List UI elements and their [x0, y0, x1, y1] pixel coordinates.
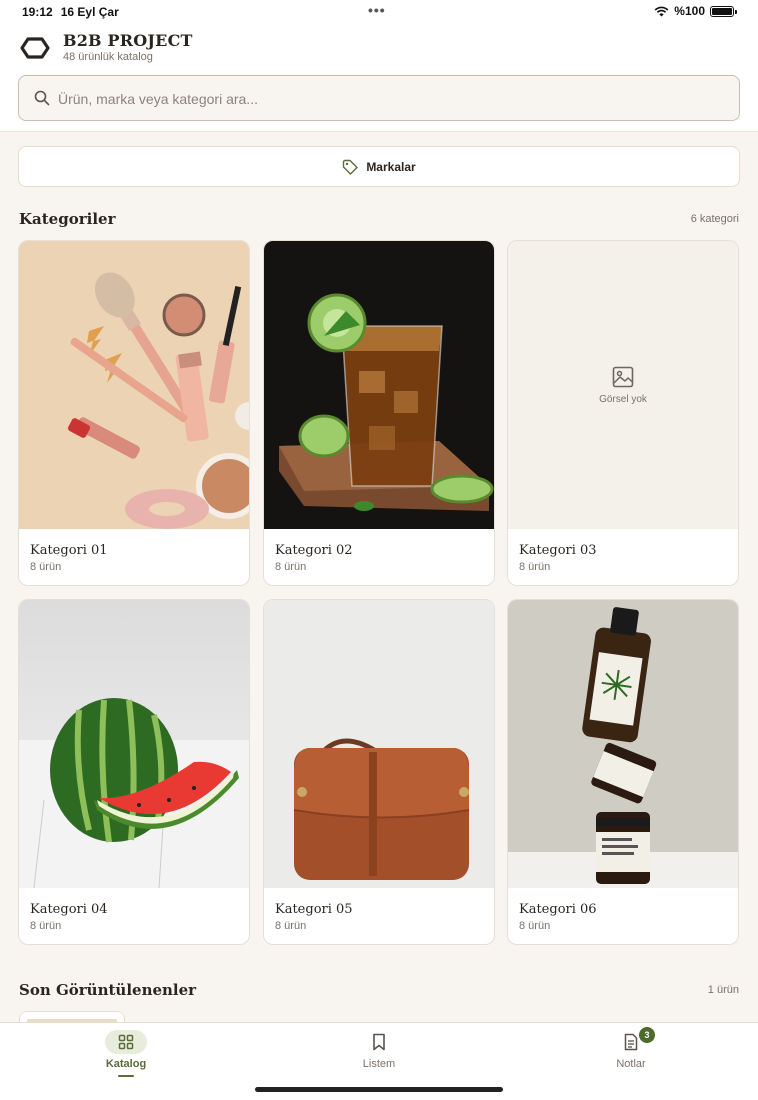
category-card[interactable]: Görsel yok Kategori 03 8 ürün — [507, 240, 739, 586]
categories-title: Kategoriler — [19, 210, 116, 228]
category-image-watermelon — [19, 600, 249, 888]
notes-icon — [624, 1033, 638, 1051]
app-title: B2B PROJECT — [63, 31, 193, 50]
categories-count: 6 kategori — [690, 213, 739, 225]
category-image-placeholder: Görsel yok — [508, 241, 738, 529]
search-placeholder: Ürün, marka veya kategori ara... — [58, 91, 258, 107]
search-input[interactable]: Ürün, marka veya kategori ara... — [18, 75, 740, 121]
grid-icon — [118, 1034, 134, 1050]
tab-notlar-label: Notlar — [616, 1058, 646, 1070]
home-indicator[interactable] — [255, 1087, 503, 1092]
search-icon — [34, 90, 50, 106]
battery-percent: %100 — [674, 4, 705, 18]
recent-count: 1 ürün — [707, 984, 739, 996]
notes-count-badge: 3 — [639, 1027, 655, 1043]
status-date: 16 Eyl Çar — [60, 5, 119, 19]
category-product-count: 8 ürün — [519, 561, 551, 573]
category-name: Kategori 02 — [275, 543, 353, 558]
category-card[interactable]: Kategori 06 8 ürün — [507, 599, 739, 945]
category-image-supplements — [508, 600, 738, 888]
category-card[interactable]: Kategori 05 8 ürün — [263, 599, 495, 945]
category-name: Kategori 05 — [275, 902, 353, 917]
catalog-subtitle: 48 ürünlük katalog — [63, 51, 153, 63]
tab-listem-label: Listem — [362, 1058, 396, 1070]
category-product-count: 8 ürün — [275, 920, 307, 932]
active-tab-indicator — [118, 1075, 134, 1077]
category-product-count: 8 ürün — [275, 561, 307, 573]
category-name: Kategori 01 — [30, 543, 108, 558]
no-image-text: Görsel yok — [599, 393, 647, 405]
category-card[interactable]: Kategori 02 8 ürün — [263, 240, 495, 586]
category-product-count: 8 ürün — [519, 920, 551, 932]
status-bar: 19:12 16 Eyl Çar ••• %100 — [0, 0, 758, 24]
bookmark-icon — [373, 1033, 385, 1051]
app-header: B2B PROJECT 48 ürünlük katalog Ürün, mar… — [0, 24, 758, 132]
image-placeholder-icon — [612, 366, 634, 387]
wifi-icon — [654, 6, 669, 16]
category-name: Kategori 04 — [30, 902, 108, 917]
tag-icon — [343, 159, 359, 175]
status-time: 19:12 — [22, 5, 53, 19]
tab-katalog-label: Katalog — [105, 1058, 147, 1070]
category-product-count: 8 ürün — [30, 920, 62, 932]
category-image-drink — [264, 241, 494, 529]
brands-button[interactable]: Markalar — [18, 146, 740, 187]
category-name: Kategori 06 — [519, 902, 597, 917]
brands-button-label: Markalar — [366, 159, 416, 174]
category-card[interactable]: Kategori 04 8 ürün — [18, 599, 250, 945]
tab-listem[interactable]: Listem — [319, 1029, 439, 1070]
category-product-count: 8 ürün — [30, 561, 62, 573]
hexagon-logo-icon — [20, 37, 50, 59]
category-image-makeup — [19, 241, 249, 529]
tab-katalog[interactable]: Katalog — [66, 1029, 186, 1077]
multitasking-dots-icon[interactable]: ••• — [368, 2, 386, 18]
category-name: Kategori 03 — [519, 543, 597, 558]
category-card[interactable]: Kategori 01 8 ürün — [18, 240, 250, 586]
recent-title: Son Görüntülenenler — [19, 981, 197, 999]
battery-icon — [710, 5, 737, 17]
category-image-bag — [264, 600, 494, 888]
tab-notlar[interactable]: 3 Notlar — [571, 1027, 691, 1070]
